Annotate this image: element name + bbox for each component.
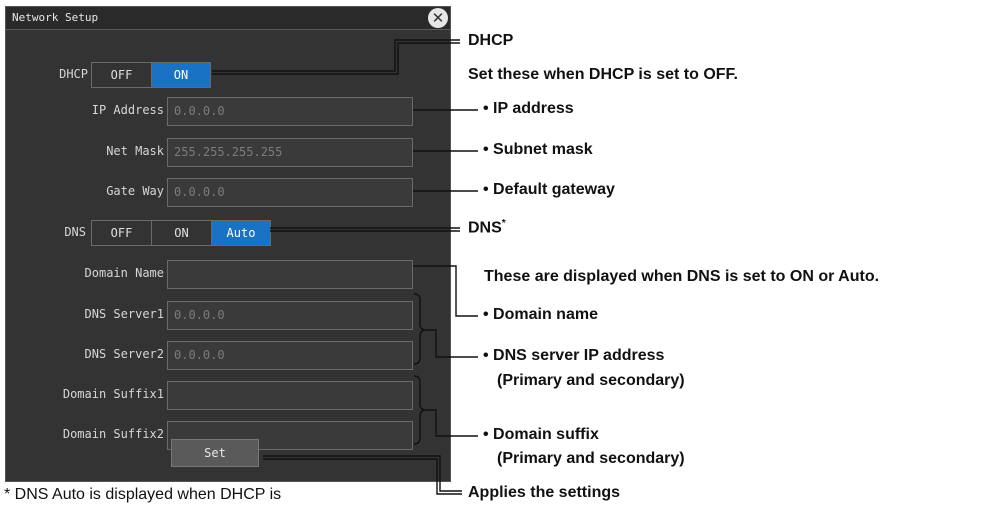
dns-server-connector <box>426 329 478 358</box>
callout-dns-server-sub: (Primary and secondary) <box>497 372 685 389</box>
callout-ip-address: • IP address <box>483 100 574 117</box>
domain-name-connector <box>413 265 478 317</box>
domain-suffix-bracket <box>413 375 427 445</box>
callout-domain-suffix: • Domain suffix <box>483 426 599 443</box>
apply-connector <box>263 458 462 495</box>
callout-dns-server: • DNS server IP address <box>483 347 665 364</box>
callout-dhcp: DHCP <box>468 32 514 49</box>
callout-dns-asterisk: * <box>501 218 506 229</box>
callout-dns: DNS* <box>468 218 506 237</box>
callout-domain-name: • Domain name <box>483 306 598 323</box>
callout-dns-note: These are displayed when DNS is set to O… <box>484 268 880 285</box>
callout-subnet-mask: • Subnet mask <box>483 141 593 158</box>
callout-domain-suffix-sub: (Primary and secondary) <box>497 450 685 467</box>
callout-dns-text: DNS <box>468 219 502 237</box>
callout-default-gateway: • Default gateway <box>483 181 615 198</box>
dns-server-bracket <box>413 293 427 365</box>
domain-suffix-connector <box>426 409 478 437</box>
dhcp-connector <box>212 42 460 75</box>
dhcp-connector-inner <box>212 39 460 72</box>
callout-apply: Applies the settings <box>468 484 621 501</box>
apply-connector-inner <box>263 455 462 492</box>
footnote: * DNS Auto is displayed when DHCP is <box>4 486 282 503</box>
callout-dhcp-note: Set these when DHCP is set to OFF. <box>468 66 738 83</box>
